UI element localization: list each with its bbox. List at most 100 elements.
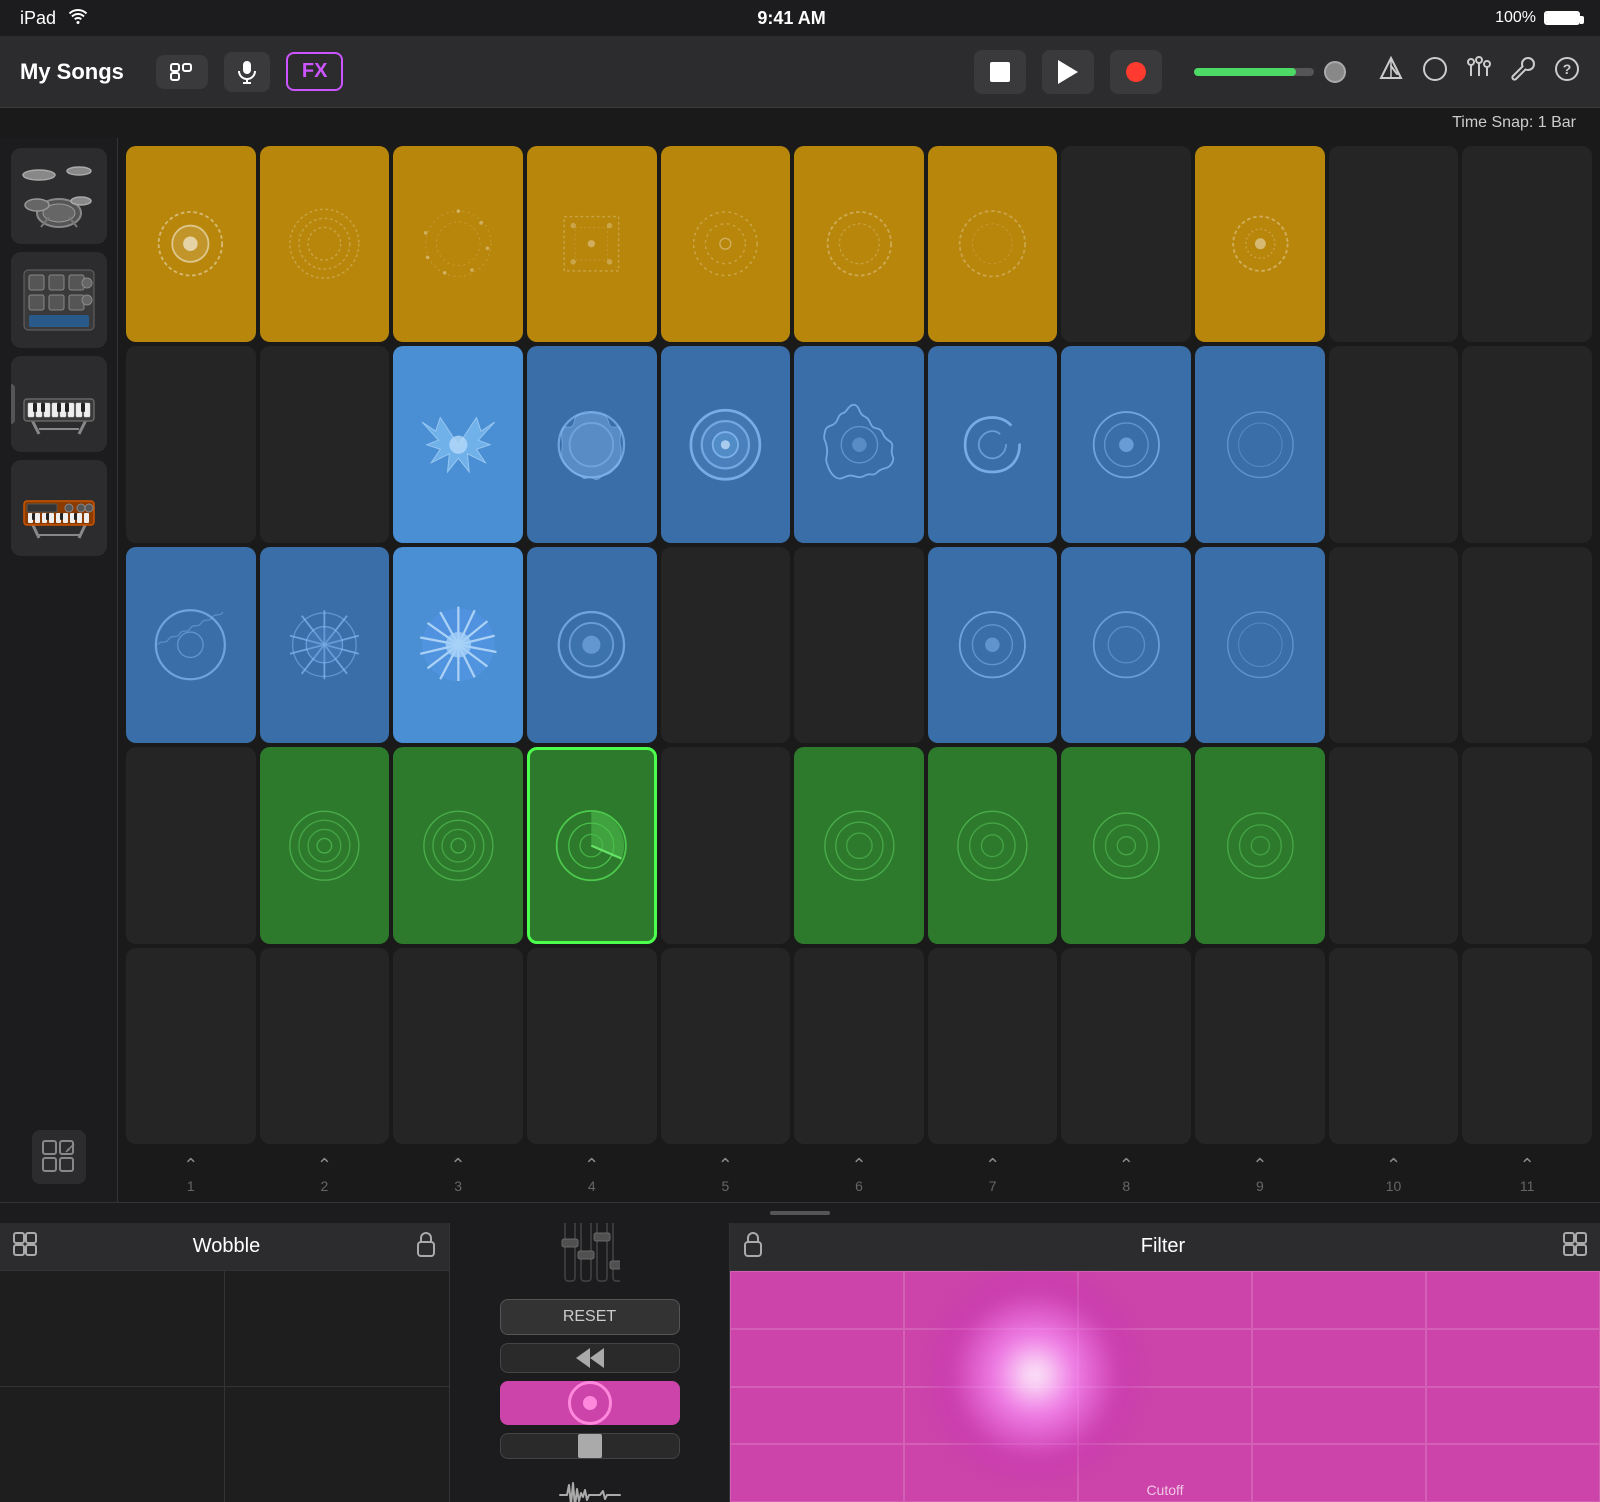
col-arrow-11[interactable]: ⌃ [1520,1155,1535,1176]
cell-r3c9[interactable] [1195,547,1325,743]
rewind-button[interactable] [500,1343,680,1373]
cell-r5c2[interactable] [260,948,390,1144]
mic-button[interactable] [224,52,270,92]
cell-r5c10[interactable] [1329,948,1459,1144]
play-circle-button[interactable] [500,1381,680,1425]
col-arrow-9[interactable]: ⌃ [1252,1155,1267,1176]
cell-r1c7[interactable] [928,146,1058,342]
cell-r1c11[interactable] [1462,146,1592,342]
cell-r5c6[interactable] [794,948,924,1144]
cell-r3c5[interactable] [661,547,791,743]
fx-button[interactable]: FX [286,52,344,91]
cell-r4c2[interactable] [260,747,390,943]
cell-r3c1[interactable] [126,547,256,743]
cell-r3c2[interactable] [260,547,390,743]
cell-r1c1[interactable] [126,146,256,342]
cell-r4c5[interactable] [661,747,791,943]
col-arrow-1[interactable]: ⌃ [183,1155,198,1176]
cell-r3c6[interactable] [794,547,924,743]
col-arrow-8[interactable]: ⌃ [1119,1155,1134,1176]
cell-r1c6[interactable] [794,146,924,342]
cell-r3c8[interactable] [1061,547,1191,743]
filter-nav-icon[interactable] [1562,1231,1588,1263]
cell-r5c5[interactable] [661,948,791,1144]
drag-handle[interactable] [0,1203,1600,1223]
cell-r2c1[interactable] [126,346,256,542]
sidebar-item-mpc[interactable] [11,252,107,348]
cell-r3c10[interactable] [1329,547,1459,743]
col-control-10[interactable]: ⌃ 10 [1329,1152,1459,1196]
col-control-4[interactable]: ⌃ 4 [527,1152,657,1196]
cell-r2c6[interactable] [794,346,924,542]
metronome-icon[interactable] [1378,56,1404,88]
cell-r1c5[interactable] [661,146,791,342]
cell-r3c3[interactable] [393,547,523,743]
cell-r4c9[interactable] [1195,747,1325,943]
cell-r4c10[interactable] [1329,747,1459,943]
col-arrow-10[interactable]: ⌃ [1386,1155,1401,1176]
cell-r5c4[interactable] [527,948,657,1144]
col-arrow-3[interactable]: ⌃ [451,1155,466,1176]
play-transport-button[interactable] [1042,50,1094,94]
cell-r3c7[interactable] [928,547,1058,743]
cell-r2c7[interactable] [928,346,1058,542]
wrench-icon[interactable] [1510,56,1536,88]
my-songs-label[interactable]: My Songs [20,59,124,85]
wobble-q3[interactable] [0,1387,224,1502]
col-control-8[interactable]: ⌃ 8 [1061,1152,1191,1196]
cell-r2c3[interactable] [393,346,523,542]
sidebar-item-synth[interactable] [11,460,107,556]
filter-lock-icon[interactable] [742,1231,764,1263]
cell-r3c4[interactable] [527,547,657,743]
cell-r1c10[interactable] [1329,146,1459,342]
mixer-icon[interactable] [1466,56,1492,88]
stop-transport-button[interactable] [974,50,1026,94]
cell-r1c2[interactable] [260,146,390,342]
chat-icon[interactable] [1422,56,1448,88]
volume-knob[interactable] [1324,61,1346,83]
reset-button[interactable]: RESET [500,1299,680,1335]
cell-r4c8[interactable] [1061,747,1191,943]
cell-r4c3[interactable] [393,747,523,943]
wobble-content[interactable] [0,1271,449,1502]
col-control-7[interactable]: ⌃ 7 [928,1152,1058,1196]
col-arrow-2[interactable]: ⌃ [317,1155,332,1176]
col-arrow-7[interactable]: ⌃ [985,1155,1000,1176]
cell-r2c10[interactable] [1329,346,1459,542]
cell-r4c6[interactable] [794,747,924,943]
cell-r1c8[interactable] [1061,146,1191,342]
cell-r1c4[interactable] [527,146,657,342]
loop-button[interactable] [156,55,208,89]
cell-r5c3[interactable] [393,948,523,1144]
cell-r1c3[interactable] [393,146,523,342]
col-control-2[interactable]: ⌃ 2 [260,1152,390,1196]
sidebar-item-keyboard[interactable] [11,356,107,452]
wobble-lock-icon[interactable] [415,1231,437,1263]
cell-r3c11[interactable] [1462,547,1592,743]
col-arrow-4[interactable]: ⌃ [584,1155,599,1176]
volume-control[interactable] [1194,61,1346,83]
col-control-9[interactable]: ⌃ 9 [1195,1152,1325,1196]
cell-r2c2[interactable] [260,346,390,542]
wobble-q4[interactable] [225,1387,449,1502]
cell-r2c11[interactable] [1462,346,1592,542]
stop-square-button[interactable] [500,1433,680,1459]
col-arrow-5[interactable]: ⌃ [718,1155,733,1176]
col-control-11[interactable]: ⌃ 11 [1462,1152,1592,1196]
col-control-3[interactable]: ⌃ 3 [393,1152,523,1196]
cell-r2c8[interactable] [1061,346,1191,542]
wobble-q2[interactable] [225,1271,449,1386]
help-icon[interactable]: ? [1554,56,1580,88]
cell-r5c7[interactable] [928,948,1058,1144]
cell-r5c11[interactable] [1462,948,1592,1144]
sidebar-item-drums[interactable] [11,148,107,244]
cell-r2c4[interactable] [527,346,657,542]
cell-r2c9[interactable] [1195,346,1325,542]
cell-r5c8[interactable] [1061,948,1191,1144]
cell-r4c1[interactable] [126,747,256,943]
cell-r5c9[interactable] [1195,948,1325,1144]
col-control-6[interactable]: ⌃ 6 [794,1152,924,1196]
cell-r4c11[interactable] [1462,747,1592,943]
cell-r4c4[interactable] [527,747,657,943]
scenes-grid-button[interactable] [32,1130,86,1184]
